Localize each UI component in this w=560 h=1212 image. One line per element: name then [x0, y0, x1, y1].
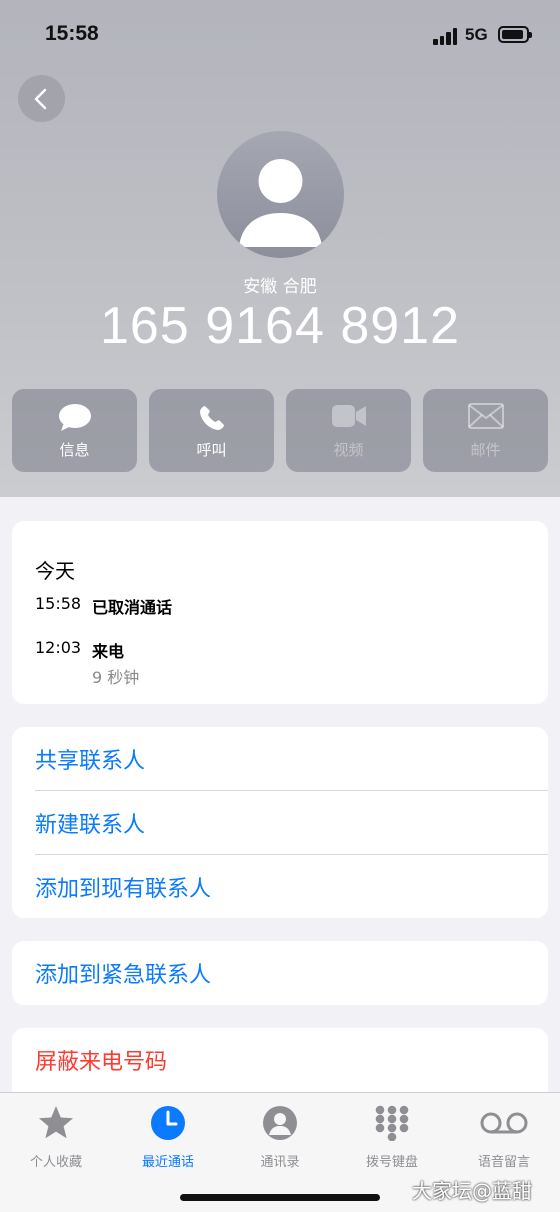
chevron-left-icon	[34, 88, 47, 110]
emergency-card: 添加到紧急联系人	[12, 941, 548, 1005]
create-contact-button[interactable]: 新建联系人	[35, 791, 548, 855]
recent-calls-card: 今天 15:58 已取消通话 12:03 来电 9 秒钟	[12, 521, 548, 704]
back-button[interactable]	[18, 75, 65, 122]
tab-label: 最近通话	[141, 1155, 194, 1170]
signal-icon	[433, 27, 459, 45]
network-type: 5G	[465, 25, 488, 44]
action-buttons: 信息 呼叫 视频 邮件	[12, 389, 549, 472]
battery-icon	[498, 26, 532, 43]
calls-date-title: 今天	[35, 559, 75, 583]
contact-header: 15:58 5G 安徽 合肥 165 9164 8912 信息 呼叫 视频 邮件	[0, 0, 560, 497]
tab-label: 通讯录	[260, 1155, 300, 1170]
video-button[interactable]: 视频	[286, 389, 411, 472]
add-emergency-contact-button[interactable]: 添加到紧急联系人	[35, 941, 548, 1005]
call-label: 呼叫	[196, 441, 227, 459]
person-silhouette-icon	[239, 159, 322, 247]
star-icon	[39, 1106, 73, 1139]
block-card: 屏蔽来电号码	[12, 1028, 548, 1092]
person-icon	[263, 1106, 297, 1140]
tab-favorites[interactable]: 个人收藏	[0, 1101, 112, 1171]
mail-label: 邮件	[470, 441, 501, 459]
call-time: 12:03	[35, 638, 82, 657]
video-icon	[331, 405, 366, 427]
call-button[interactable]: 呼叫	[149, 389, 274, 472]
keypad-icon	[375, 1105, 409, 1141]
contact-actions-card: 共享联系人 新建联系人 添加到现有联系人	[12, 727, 548, 918]
tab-recents[interactable]: 最近通话	[112, 1101, 224, 1171]
mail-icon	[467, 403, 504, 429]
call-time: 15:58	[35, 594, 82, 613]
video-label: 视频	[333, 441, 364, 459]
add-to-existing-contact-button[interactable]: 添加到现有联系人	[35, 855, 548, 919]
phone-number: 165 9164 8912	[99, 297, 460, 355]
phone-icon	[199, 406, 224, 430]
tab-contacts[interactable]: 通讯录	[224, 1101, 336, 1171]
status-time: 15:58	[45, 22, 99, 45]
call-type: 来电	[92, 642, 125, 661]
avatar	[217, 131, 344, 258]
call-type: 已取消通话	[92, 598, 173, 617]
message-label: 信息	[59, 441, 90, 459]
tab-label: 个人收藏	[29, 1155, 82, 1170]
clock-icon	[151, 1106, 185, 1140]
message-button[interactable]: 信息	[12, 389, 137, 472]
call-duration: 9 秒钟	[92, 668, 140, 687]
voicemail-icon	[480, 1112, 528, 1134]
block-caller-button[interactable]: 屏蔽来电号码	[35, 1028, 548, 1092]
tab-label: 语音留言	[477, 1155, 530, 1170]
tab-keypad[interactable]: 拨号键盘	[336, 1101, 448, 1171]
contact-location: 安徽 合肥	[243, 277, 317, 297]
message-icon	[58, 404, 91, 431]
mail-button[interactable]: 邮件	[423, 389, 548, 472]
share-contact-button[interactable]: 共享联系人	[35, 727, 548, 791]
status-bar: 15:58 5G	[0, 0, 560, 70]
tab-label: 拨号键盘	[365, 1155, 418, 1170]
tab-voicemail[interactable]: 语音留言	[448, 1101, 560, 1171]
home-indicator	[180, 1194, 380, 1201]
watermark-text: 大家坛@蓝甜	[412, 1179, 532, 1203]
